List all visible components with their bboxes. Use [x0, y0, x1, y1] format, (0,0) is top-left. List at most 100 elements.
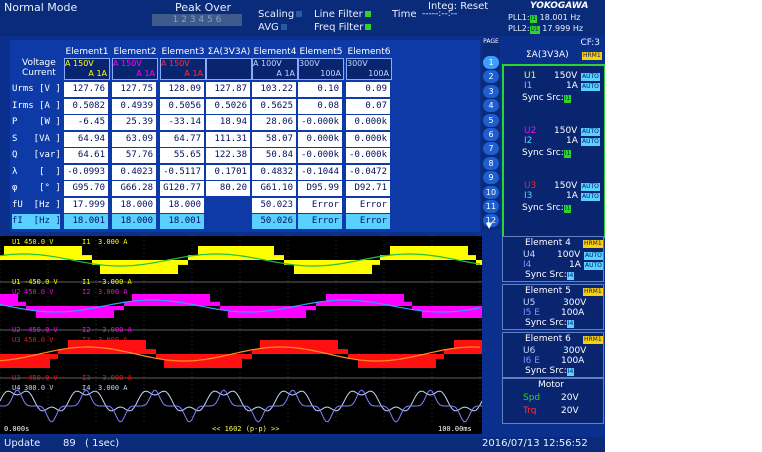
u3-waveform [426, 354, 428, 368]
row-label[interactable]: fU [Hz ] [12, 198, 61, 213]
time-end: 100.00ms [438, 425, 472, 433]
page-button-6[interactable]: 6 [483, 128, 499, 141]
u3-waveform [166, 354, 168, 368]
u1-waveform [178, 260, 180, 265]
table-cell: 111.31 [206, 131, 250, 147]
page-button-2[interactable]: 2 [483, 70, 499, 84]
page-button-1[interactable]: 1 [483, 56, 499, 69]
waveform-display[interactable]: U1 450.0 V I1 3.000 A U1 -450.0 V I1 -3.000 A U2… [0, 236, 482, 434]
page-button-10[interactable]: 10 [483, 185, 499, 199]
u1-waveform [300, 260, 302, 274]
column-range[interactable]: A 150V A 1A [64, 58, 110, 80]
row-label[interactable]: S [VA ] [12, 132, 61, 147]
u3-waveform [458, 340, 460, 354]
u1-waveform [230, 246, 232, 260]
u1-waveform [370, 260, 372, 274]
element-box[interactable]: Element 5 HRM1 U5 300V I5 E 100A Sync Src:I4 [502, 284, 604, 330]
u3-waveform [44, 354, 46, 368]
u1-waveform [358, 260, 360, 274]
u3-waveform [154, 349, 156, 354]
u3-waveform [450, 349, 452, 354]
avg-led-icon [280, 24, 287, 30]
u1-waveform [4, 246, 6, 260]
u1-waveform [312, 260, 314, 274]
cf-label: CF:3 [580, 38, 600, 48]
scaling-label: Scaling [258, 9, 303, 20]
update-count: 89 [63, 438, 76, 449]
row-label[interactable]: Q [var] [12, 148, 61, 163]
u3-waveform [260, 340, 262, 354]
group-u-label: U3 [524, 181, 537, 191]
page-down-icon[interactable]: ▼ [486, 221, 492, 230]
element-box[interactable]: Element 4 HRM1 U4 100V I4 1A Sync Src:I4 AUTO AU… [502, 236, 604, 282]
u3-waveform [12, 354, 14, 368]
row-label[interactable]: Irms [A ] [12, 99, 61, 114]
u1-waveform [46, 246, 48, 260]
u1-waveform [296, 260, 298, 274]
u2-waveform [400, 294, 402, 306]
column-range[interactable]: A 100V A 1A [252, 58, 298, 80]
u3-waveform [408, 354, 410, 368]
u3-waveform [152, 349, 154, 354]
table-cell: 103.22 [252, 82, 296, 97]
column-header: Element2 [113, 47, 157, 57]
auto-badge: AUTO [581, 72, 600, 81]
page-button-3[interactable]: 3 [483, 84, 499, 98]
u3-waveform [330, 340, 332, 354]
table-cell: 0.5056 [160, 98, 204, 114]
motor-box[interactable]: Motor Spd 20V Trq 20V [502, 378, 604, 424]
row-label[interactable]: λ [ ] [12, 165, 61, 180]
u1-waveform [294, 260, 296, 274]
u2-waveform [34, 306, 36, 311]
row-label[interactable]: Urms [V ] [12, 82, 61, 97]
row-label[interactable]: fI [Hz ] [12, 214, 61, 229]
sync-src: Sync Src:I4 [525, 366, 575, 376]
u3-waveform [328, 340, 330, 354]
u3-waveform [56, 354, 58, 359]
table-cell: 0.5026 [206, 98, 250, 114]
auto-badge: AUTO [581, 182, 600, 191]
u1-waveform [238, 246, 240, 260]
page-button-7[interactable]: 7 [483, 142, 499, 156]
element-box[interactable]: Element 6 HRM1 U6 300V I6 E 100A Sync Src:I4 [502, 332, 604, 378]
u1-waveform [26, 246, 28, 260]
column-range[interactable]: 300V 100A [298, 58, 344, 80]
u2-waveform [198, 294, 200, 306]
u2-waveform [178, 294, 180, 306]
column-range[interactable]: A 150V A 1A [160, 58, 206, 80]
u1-waveform [118, 260, 120, 274]
u2-waveform [360, 294, 362, 306]
u1-waveform [186, 260, 188, 265]
range-panel: CF:3 ΣA(3V3A) HRM1 Motor Spd 20V Trq 20V… [500, 36, 605, 424]
u2-waveform [302, 306, 304, 318]
column-range[interactable]: A 150V A 1A [112, 58, 158, 80]
u1-waveform [210, 246, 212, 260]
line-filter-led-icon [364, 11, 371, 17]
u3-waveform [406, 354, 408, 368]
column-header: Element5 [299, 47, 343, 57]
column-range[interactable]: 300V 100A [346, 58, 392, 80]
page-button-9[interactable]: 9 [483, 171, 499, 185]
u1-waveform [88, 255, 90, 260]
element-i-label: I5 E [523, 308, 540, 318]
u3-waveform [358, 354, 360, 368]
u3-waveform [50, 354, 52, 359]
page-button-5[interactable]: 5 [483, 113, 499, 127]
record-length: << 1602 (p-p) >> [212, 425, 280, 433]
page-button-11[interactable]: 11 [483, 200, 499, 213]
u1-waveform [240, 246, 242, 260]
row-label[interactable]: φ [° ] [12, 181, 61, 196]
u3-waveform [138, 340, 140, 354]
u2-waveform [370, 294, 372, 306]
u1-waveform [232, 246, 234, 260]
u1-waveform [468, 255, 470, 260]
table-cell: 0.07 [346, 98, 390, 114]
page-button-8[interactable]: 8 [483, 156, 499, 170]
row-label[interactable]: P [W ] [12, 115, 61, 130]
u2-waveform [374, 294, 376, 306]
u2-waveform [132, 294, 134, 306]
page-button-4[interactable]: 4 [483, 99, 499, 113]
u1-waveform [472, 255, 474, 260]
column-range[interactable] [206, 58, 252, 80]
auto-badge: AUTO [581, 192, 600, 201]
